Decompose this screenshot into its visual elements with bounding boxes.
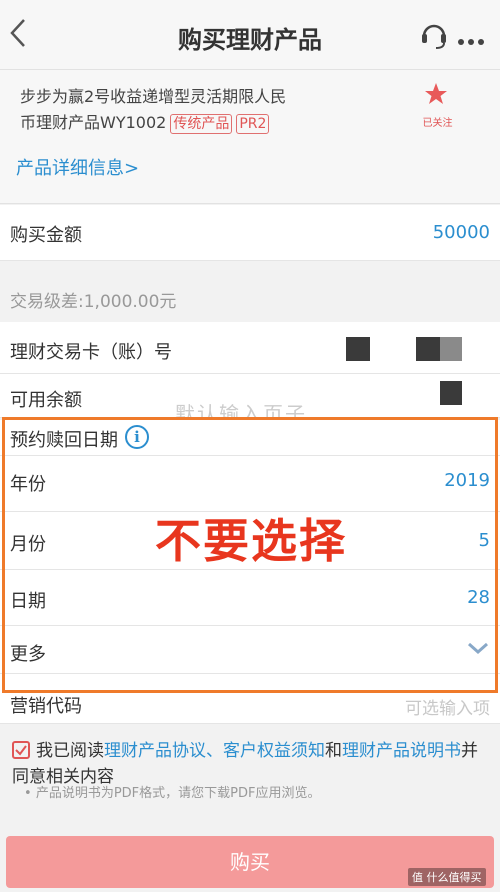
headset-icon[interactable] — [420, 20, 448, 54]
amount-input[interactable]: 50000 — [433, 222, 490, 243]
masked-balance — [440, 381, 462, 405]
product-name: 步步为赢2号收益递增型灵活期限人民 币理财产品WY1002 传统产品 PR2 — [20, 87, 287, 134]
star-icon[interactable] — [424, 82, 448, 110]
balance-label: 可用余额 — [10, 390, 82, 411]
agreement-link-protocol[interactable]: 理财产品协议、客户权益须知 — [104, 741, 325, 761]
marketing-label: 营销代码 — [10, 696, 82, 717]
agreement-link-manual[interactable]: 理财产品说明书 — [342, 741, 461, 761]
followed-label: 已关注 — [422, 118, 453, 129]
marketing-input[interactable]: 可选输入项 — [405, 694, 490, 719]
watermark: 值 什么值得买 — [408, 868, 486, 886]
masked-card-segment — [440, 337, 462, 361]
pdf-note: • 产品说明书为PDF格式，请您下载PDF应用浏览。 — [24, 786, 321, 801]
card-label: 理财交易卡（账）号 — [10, 342, 172, 363]
amount-label: 购买金额 — [10, 225, 82, 246]
tag-product-type: 传统产品 — [170, 114, 233, 134]
masked-card-segment — [346, 337, 370, 361]
more-icon[interactable] — [457, 31, 485, 50]
tag-risk-level: PR2 — [236, 114, 270, 134]
masked-card-segment — [416, 337, 440, 361]
product-detail-link[interactable]: 产品详细信息> — [16, 154, 139, 180]
checkbox-icon[interactable] — [12, 741, 30, 759]
annotation-text: 不要选择 — [155, 514, 347, 568]
trade-difference-text: 交易级差:1,000.00元 — [10, 292, 177, 312]
